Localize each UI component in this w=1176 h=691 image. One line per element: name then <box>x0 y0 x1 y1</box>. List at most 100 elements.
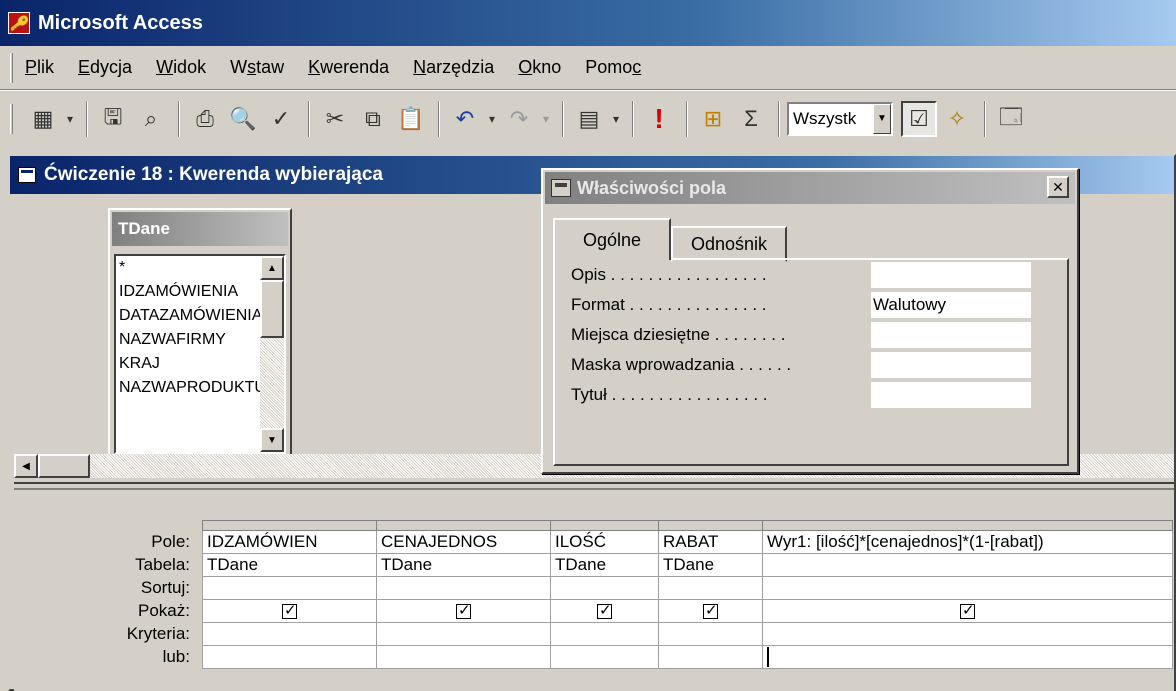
menu-pomoc[interactable]: Pomoc <box>585 57 641 78</box>
build-icon[interactable]: ✧ <box>939 101 975 137</box>
database-window-icon[interactable]: 🗔 <box>993 101 1029 137</box>
copy-icon[interactable]: ⧉ <box>355 101 391 137</box>
view-dropdown-icon[interactable]: ▾ <box>63 101 77 137</box>
property-value[interactable] <box>871 262 1031 288</box>
menubar-grip[interactable] <box>10 52 13 83</box>
undo-dropdown-icon[interactable]: ▾ <box>485 101 499 137</box>
scroll-down-icon[interactable]: ▼ <box>260 428 284 452</box>
field-item[interactable]: KRAJ <box>116 352 262 376</box>
field-list-scrollbar[interactable]: ▲ ▼ <box>260 256 284 452</box>
pane-splitter[interactable] <box>14 482 1174 490</box>
show-checkbox[interactable] <box>456 601 471 620</box>
grid-cell-criteria[interactable] <box>550 622 659 646</box>
properties-titlebar[interactable]: Właściwości pola ✕ <box>545 172 1075 204</box>
show-checkbox[interactable] <box>960 601 975 620</box>
totals-icon[interactable]: Σ <box>733 101 769 137</box>
save-icon[interactable]: 🖫 <box>95 101 131 137</box>
cut-icon[interactable]: ✂ <box>317 101 353 137</box>
property-value[interactable] <box>871 382 1031 408</box>
grid-cell-criteria[interactable] <box>762 622 1173 646</box>
view-icon[interactable]: ▦ <box>25 101 61 137</box>
grid-cell-field[interactable]: CENAJEDNOS <box>376 530 551 554</box>
chevron-down-icon[interactable]: ▼ <box>873 103 891 134</box>
properties-icon[interactable]: ☑ <box>901 100 937 137</box>
print-preview-icon[interactable]: 🔍 <box>225 101 261 137</box>
redo-icon[interactable]: ↷ <box>501 101 537 137</box>
grid-cell-sort[interactable] <box>376 576 551 600</box>
grid-cell-show <box>202 599 377 623</box>
row-label-pole: Pole: <box>151 532 190 551</box>
show-checkbox[interactable] <box>282 601 297 620</box>
grid-cell-or[interactable] <box>376 645 551 669</box>
grid-cell-sort[interactable] <box>202 576 377 600</box>
property-value[interactable] <box>871 322 1031 348</box>
grid-cell-table[interactable]: TDane <box>202 553 377 577</box>
grid-cell-criteria[interactable] <box>202 622 377 646</box>
field-item[interactable]: IDZAMÓWIENIA <box>116 280 262 304</box>
grid-cell-table[interactable] <box>762 553 1173 577</box>
paste-icon[interactable]: 📋 <box>393 101 429 137</box>
scroll-thumb[interactable] <box>260 280 284 338</box>
grid-cell-or[interactable] <box>762 645 1173 669</box>
tab-odnosnik[interactable]: Odnośnik <box>671 226 787 262</box>
row-label-sortuj: Sortuj: <box>140 578 190 597</box>
query-type-icon[interactable]: ▤ <box>571 101 607 137</box>
column-selector[interactable] <box>762 520 1173 531</box>
grid-cell-or[interactable] <box>202 645 377 669</box>
field-item[interactable]: DATAZAMÓWIENIA <box>116 304 262 328</box>
search-icon[interactable]: ⌕ <box>133 101 169 137</box>
menu-narzedzia[interactable]: Narzędzia <box>413 57 494 78</box>
menu-okno[interactable]: Okno <box>518 57 561 78</box>
grid-cell-field[interactable]: RABAT <box>658 530 763 554</box>
run-icon[interactable]: ! <box>641 101 677 137</box>
menu-plik[interactable]: Plik <box>25 57 54 78</box>
grid-cell-table[interactable]: TDane <box>376 553 551 577</box>
table-name[interactable]: TDane <box>112 212 288 246</box>
menu-edycja[interactable]: Edycja <box>78 57 132 78</box>
scroll-up-icon[interactable]: ▲ <box>260 256 284 280</box>
print-icon[interactable]: ⎙ <box>187 101 223 137</box>
grid-cell-table[interactable]: TDane <box>550 553 659 577</box>
undo-icon[interactable]: ↶ <box>447 101 483 137</box>
grid-cell-or[interactable] <box>658 645 763 669</box>
toolbar-separator <box>686 100 688 137</box>
grid-cell-table[interactable]: TDane <box>658 553 763 577</box>
close-icon[interactable]: ✕ <box>1047 176 1069 198</box>
tab-ogolne[interactable]: Ogólne <box>553 218 671 260</box>
show-table-icon[interactable]: ⊞ <box>695 101 731 137</box>
property-label: Opis . . . . . . . . . . . . . . . . . <box>571 265 767 284</box>
grid-cell-field[interactable]: Wyr1: [ilość]*[cenajednos]*(1-[rabat]) <box>762 530 1173 554</box>
show-checkbox[interactable] <box>703 601 718 620</box>
scroll-left-icon[interactable]: ◀ <box>14 454 38 478</box>
property-value[interactable] <box>871 352 1031 378</box>
show-checkbox[interactable] <box>597 601 612 620</box>
redo-dropdown-icon[interactable]: ▾ <box>539 101 553 137</box>
field-item[interactable]: * <box>116 256 262 280</box>
toolbar-grip[interactable] <box>10 103 13 134</box>
column-selector[interactable] <box>202 520 377 531</box>
grid-cell-or[interactable] <box>550 645 659 669</box>
hscroll-thumb[interactable] <box>38 454 90 478</box>
column-selector[interactable] <box>658 520 763 531</box>
menu-widok[interactable]: Widok <box>156 57 206 78</box>
top-values-combo[interactable]: Wszystk ▼ <box>787 101 893 136</box>
properties-title: Właściwości pola <box>577 177 727 198</box>
menu-kwerenda[interactable]: Kwerenda <box>308 57 389 78</box>
property-label: Maska wprowadzania . . . . . . <box>571 355 792 374</box>
property-value[interactable]: Walutowy <box>871 292 1031 318</box>
grid-cell-field[interactable]: ILOŚĆ <box>550 530 659 554</box>
grid-cell-criteria[interactable] <box>658 622 763 646</box>
query-type-dropdown-icon[interactable]: ▾ <box>609 101 623 137</box>
spelling-icon[interactable]: ✓ <box>263 101 299 137</box>
grid-cell-sort[interactable] <box>550 576 659 600</box>
grid-cell-sort[interactable] <box>658 576 763 600</box>
grid-cell-field[interactable]: IDZAMÓWIEN <box>202 530 377 554</box>
column-selector[interactable] <box>376 520 551 531</box>
table-field-list[interactable]: TDane * IDZAMÓWIENIA DATAZAMÓWIENIA NAZW… <box>108 208 292 463</box>
grid-cell-criteria[interactable] <box>376 622 551 646</box>
column-selector[interactable] <box>550 520 659 531</box>
menu-wstaw[interactable]: Wstaw <box>230 57 284 78</box>
field-item[interactable]: NAZWAPRODUKTU <box>116 376 262 400</box>
field-item[interactable]: NAZWAFIRMY <box>116 328 262 352</box>
grid-cell-sort[interactable] <box>762 576 1173 600</box>
